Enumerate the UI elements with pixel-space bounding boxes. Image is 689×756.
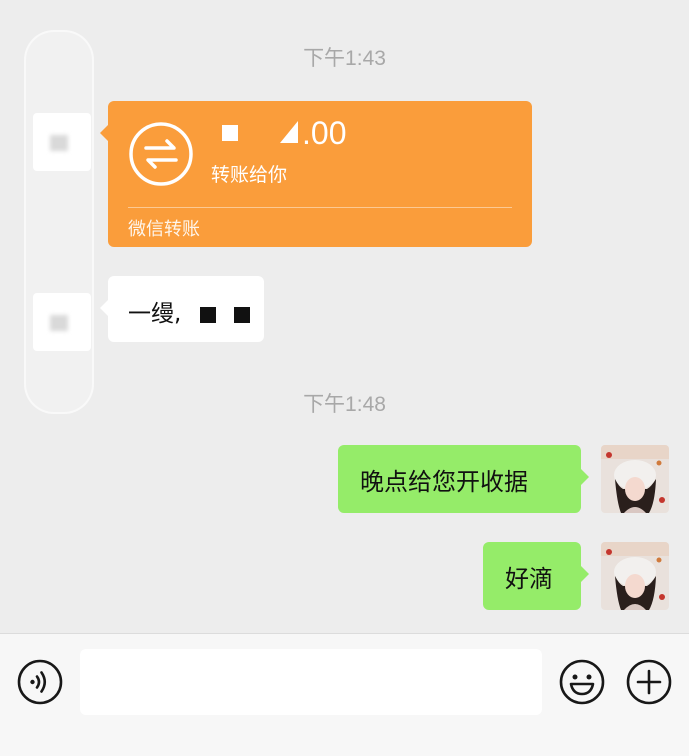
emoji-icon[interactable] xyxy=(558,658,606,706)
amount-redaction xyxy=(216,119,302,155)
transfer-icon xyxy=(129,122,193,186)
message-input[interactable] xyxy=(80,649,542,715)
outgoing-message-bubble[interactable]: 好滴 xyxy=(483,542,589,610)
divider xyxy=(128,207,512,208)
outgoing-message-text: 晚点给您开收据 xyxy=(360,468,528,496)
input-bar xyxy=(0,633,689,756)
avatar-blur xyxy=(50,315,68,331)
contact-avatar[interactable] xyxy=(33,113,91,171)
redaction-block xyxy=(222,125,238,141)
timestamp: 下午1:43 xyxy=(303,47,386,70)
transfer-footer: 微信转账 xyxy=(128,219,200,240)
voice-icon[interactable] xyxy=(16,658,64,706)
redaction-block xyxy=(200,307,216,323)
redaction-block xyxy=(234,307,250,323)
incoming-message-text: 一缦, xyxy=(128,301,182,327)
redaction-mask xyxy=(24,30,94,414)
avatar-image xyxy=(601,542,669,610)
plus-icon[interactable] xyxy=(625,658,673,706)
outgoing-message-bubble[interactable]: 晚点给您开收据 xyxy=(338,445,589,513)
contact-avatar[interactable] xyxy=(33,293,91,351)
my-avatar[interactable] xyxy=(601,445,669,513)
incoming-message-bubble[interactable]: 一缦, xyxy=(100,276,264,342)
avatar-image xyxy=(601,445,669,513)
my-avatar[interactable] xyxy=(601,542,669,610)
transfer-card[interactable]: .00 转账给你 微信转账 xyxy=(100,101,532,247)
transfer-amount-visible: .00 xyxy=(302,115,347,151)
timestamp: 下午1:48 xyxy=(303,393,386,416)
outgoing-message-text: 好滴 xyxy=(505,565,553,593)
redaction-block xyxy=(280,121,298,143)
avatar-blur xyxy=(50,135,68,151)
transfer-description: 转账给你 xyxy=(211,164,288,186)
